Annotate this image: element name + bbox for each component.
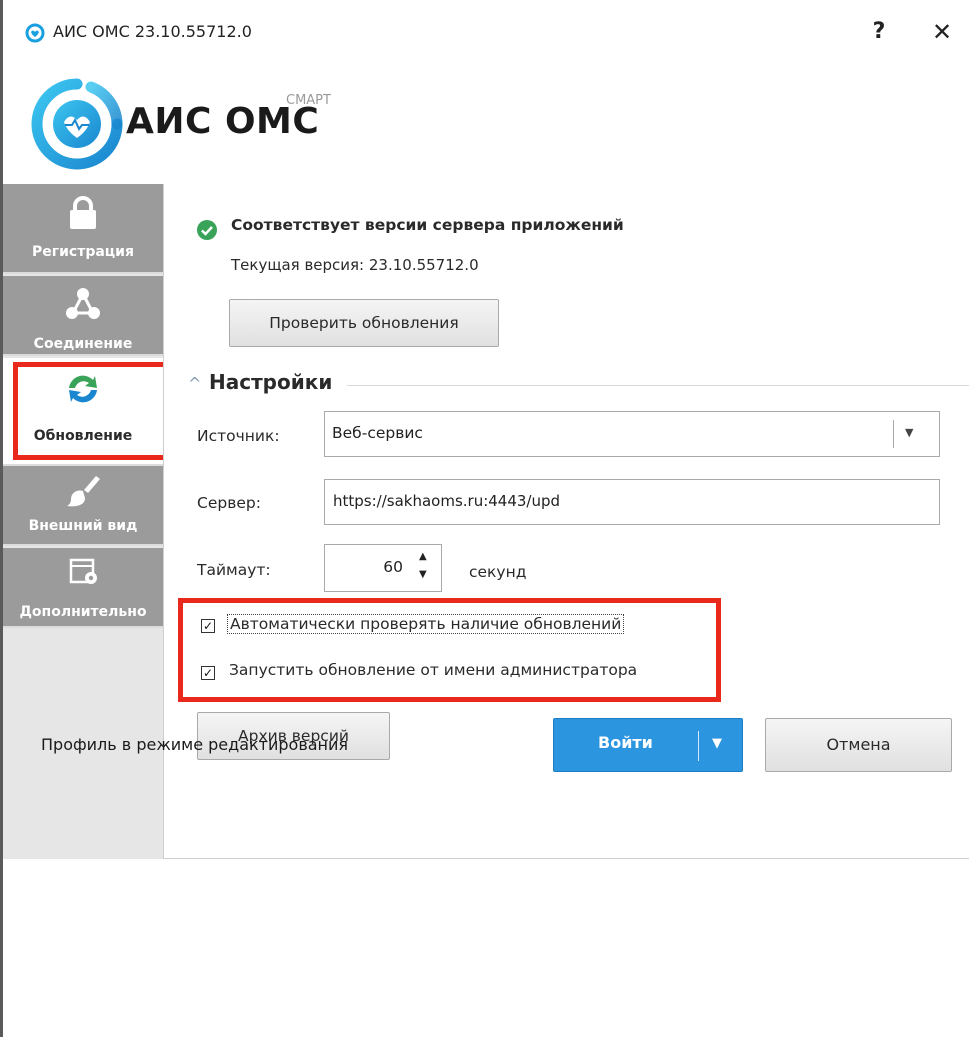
app-window: АИС ОМС 23.10.55712.0 ? ✕ АИС ОМС СМАРТ …: [0, 0, 969, 1037]
sidebar-item-label: Дополнительно: [19, 604, 147, 620]
check-updates-button[interactable]: Проверить обновления: [229, 299, 499, 347]
window-settings-icon: [69, 558, 97, 584]
login-label: Войти: [598, 733, 653, 752]
current-version: Текущая версия: 23.10.55712.0: [231, 256, 479, 274]
source-label: Источник:: [197, 427, 280, 445]
cancel-button[interactable]: Отмена: [765, 718, 952, 772]
window-title: АИС ОМС 23.10.55712.0: [53, 22, 252, 41]
sidebar-item-connection[interactable]: Соединение: [3, 276, 163, 356]
server-input[interactable]: https://sakhaoms.ru:4443/upd: [324, 479, 940, 525]
check-circle-icon: [197, 220, 217, 240]
collapse-chevron-icon[interactable]: ^: [188, 374, 201, 393]
close-button[interactable]: ✕: [921, 14, 963, 50]
spin-down-icon[interactable]: ▼: [419, 569, 427, 580]
source-value: Веб-сервис: [332, 424, 423, 442]
sidebar-item-label: Соединение: [33, 336, 133, 352]
select-separator: [893, 420, 894, 448]
spin-up-icon[interactable]: ▲: [419, 551, 427, 562]
title-bar: АИС ОМС 23.10.55712.0 ? ✕: [3, 0, 969, 66]
section-divider: [347, 385, 969, 386]
profile-status: Профиль в режиме редактирования: [41, 735, 349, 754]
brush-icon: [67, 476, 100, 507]
sidebar-item-label: Регистрация: [32, 244, 134, 260]
lock-icon: [70, 196, 96, 229]
logo-edition: СМАРТ: [286, 93, 331, 108]
highlight-frame: [13, 362, 171, 460]
sidebar-item-registration[interactable]: Регистрация: [3, 184, 163, 274]
timeout-unit: секунд: [469, 563, 527, 581]
app-logo-icon: [31, 78, 123, 170]
sidebar-item-advanced[interactable]: Дополнительно: [3, 548, 163, 628]
help-button[interactable]: ?: [861, 14, 897, 50]
timeout-spinner[interactable]: 60 ▲ ▼: [324, 544, 442, 592]
app-logo-icon: [25, 23, 45, 43]
timeout-value: 60: [383, 558, 403, 576]
settings-section-title[interactable]: Настройки: [209, 370, 332, 394]
network-icon: [66, 288, 100, 319]
chevron-down-icon[interactable]: ▼: [712, 736, 722, 751]
sidebar-item-appearance[interactable]: Внешний вид: [3, 466, 163, 546]
source-select[interactable]: Веб-сервис ▼: [324, 411, 940, 457]
timeout-label: Таймаут:: [197, 561, 271, 579]
sidebar-item-label: Внешний вид: [28, 518, 138, 534]
version-status: Соответствует версии сервера приложений: [231, 216, 624, 234]
split-separator: [698, 731, 699, 761]
server-label: Сервер:: [197, 494, 261, 512]
highlight-frame: [178, 598, 721, 702]
login-button[interactable]: Войти ▼: [553, 718, 743, 772]
chevron-down-icon[interactable]: ▼: [905, 426, 913, 439]
server-value: https://sakhaoms.ru:4443/upd: [333, 492, 561, 510]
